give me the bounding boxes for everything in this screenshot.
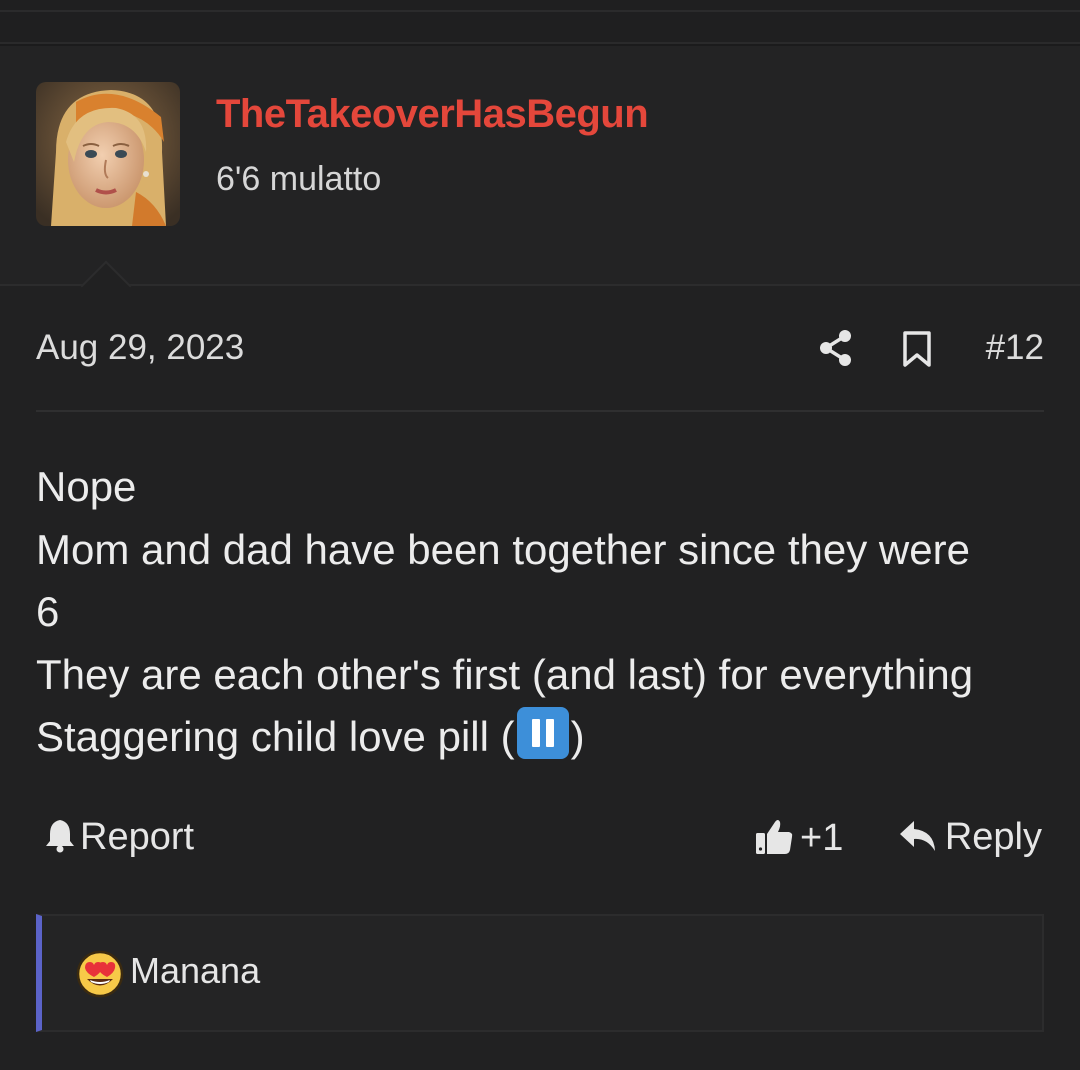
reactions-bar: Manana [36,914,1044,1032]
post-line: Nope [36,463,137,510]
post-line: 6 [36,588,60,635]
post-line-last: Staggering child love pill () [36,706,1046,769]
post-line: They are each other's first (and last) f… [36,650,974,698]
report-button[interactable]: Report [44,816,194,859]
user-block-pointer [80,260,132,312]
bookmark-icon[interactable] [902,330,932,368]
thumbs-up-icon [756,820,793,854]
username[interactable]: TheTakeoverHasBegun [216,92,649,137]
reaction-user[interactable]: Manana [130,950,260,992]
report-label: Report [80,816,195,858]
post-line-close: ) [570,713,585,760]
post-date[interactable]: Aug 29, 2023 [36,328,244,368]
pause-button-icon [516,707,569,759]
top-strip [0,0,1080,44]
avatar[interactable] [36,82,180,226]
reply-icon [899,821,935,851]
forum-post: TheTakeoverHasBegun 6'6 mulatto Aug 29, … [0,46,1080,1070]
post-content: Nope Mom and dad have been together sinc… [36,456,1046,769]
like-count: +1 [800,817,844,859]
post-line-text: Staggering child love pill ( [36,713,515,760]
user-title: 6'6 mulatto [216,160,382,198]
reply-label: Reply [944,816,1042,858]
like-button[interactable]: +1 [754,816,843,860]
user-block: TheTakeoverHasBegun 6'6 mulatto [0,46,1080,312]
post-actions: Report +1 Reply [36,812,1044,868]
post-meta: Aug 29, 2023 #12 [36,326,1044,372]
heart-eyes-emoji-icon [76,950,124,998]
post-line: Mom and dad have been together since the… [36,525,970,573]
post-number[interactable]: #12 [986,328,1044,368]
share-icon[interactable] [818,328,854,368]
top-divider [0,10,1080,12]
meta-divider [36,410,1044,412]
reply-button[interactable]: Reply [899,816,1042,859]
bell-icon [46,820,74,853]
